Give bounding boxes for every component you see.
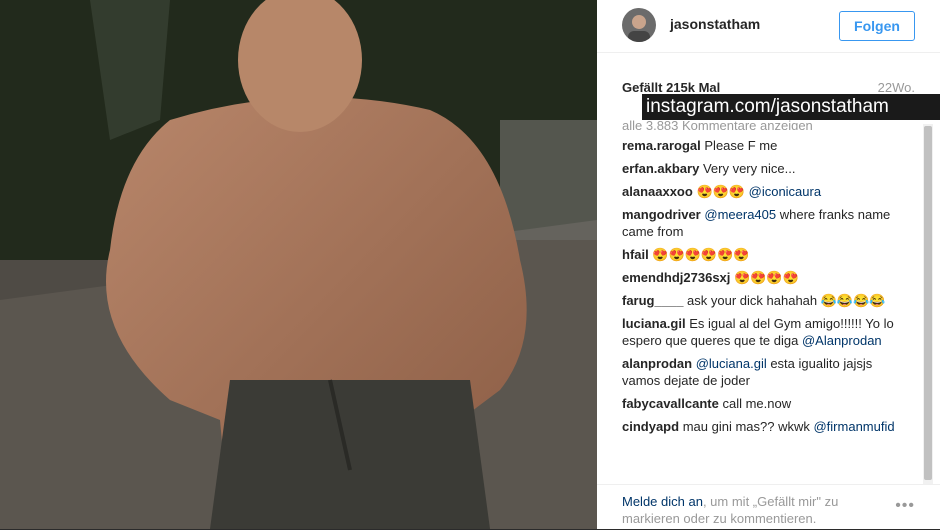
follow-button[interactable]: Folgen: [839, 11, 915, 41]
list-item: rema.rarogal Please F me: [622, 137, 902, 154]
scrollbar-thumb[interactable]: [924, 126, 932, 480]
list-item: erfan.akbary Very very nice...: [622, 160, 902, 177]
comment-username[interactable]: erfan.akbary: [622, 161, 699, 176]
more-icon[interactable]: •••: [895, 497, 915, 515]
comment-text: mau gini mas?? wkwk: [682, 419, 814, 434]
login-link[interactable]: Melde dich an: [622, 494, 703, 509]
comment-list: rema.rarogal Please F me erfan.akbary Ve…: [622, 137, 902, 441]
comment-text: ask your dick hahahah 😂😂😂😂: [687, 293, 886, 308]
comment-username[interactable]: farug____: [622, 293, 683, 308]
watermark-url-overlay: instagram.com/jasonstatham: [642, 94, 940, 120]
comment-username[interactable]: luciana.gil: [622, 316, 686, 331]
comment-mention[interactable]: @meera405: [704, 207, 776, 222]
list-item: mangodriver @meera405 where franks name …: [622, 206, 902, 240]
comment-mention[interactable]: @luciana.gil: [696, 356, 767, 371]
list-item: alanprodan @luciana.gil esta igualito ja…: [622, 355, 902, 389]
list-item: hfail 😍😍😍😍😍😍: [622, 246, 902, 263]
login-prompt: Melde dich an, um mit „Gefällt mir" zu m…: [622, 493, 882, 527]
comment-username[interactable]: rema.rarogal: [622, 138, 701, 153]
comment-username[interactable]: hfail: [622, 247, 649, 262]
shirtless-man-photo: [0, 0, 597, 529]
post-photo: [0, 0, 597, 529]
comment-text: 😍😍😍😍😍😍: [652, 247, 750, 262]
comment-username[interactable]: alanprodan: [622, 356, 692, 371]
comment-username[interactable]: fabycavallcante: [622, 396, 719, 411]
list-item: emendhdj2736sxj 😍😍😍😍: [622, 269, 902, 286]
username-link[interactable]: jasonstatham: [670, 16, 760, 32]
comments-scrollbar[interactable]: [923, 124, 933, 484]
list-item: farug____ ask your dick hahahah 😂😂😂😂: [622, 292, 902, 309]
comment-username[interactable]: alanaaxxoo: [622, 184, 693, 199]
comment-username[interactable]: mangodriver: [622, 207, 701, 222]
list-item: alanaaxxoo 😍😍😍 @iconicaura: [622, 183, 902, 200]
list-item: luciana.gil Es igual al del Gym amigo!!!…: [622, 315, 902, 349]
comment-text: 😍😍😍: [696, 184, 749, 199]
comment-mention[interactable]: @firmanmufid: [813, 419, 894, 434]
post-header: jasonstatham Folgen: [597, 0, 940, 53]
comment-text: Please F me: [704, 138, 778, 153]
like-count[interactable]: Gefällt 215k Mal: [622, 80, 720, 95]
comment-username[interactable]: emendhdj2736sxj: [622, 270, 730, 285]
avatar[interactable]: [622, 8, 656, 42]
comment-text: 😍😍😍😍: [734, 270, 799, 285]
list-item: cindyapd mau gini mas?? wkwk @firmanmufi…: [622, 418, 902, 435]
comment-mention[interactable]: @Alanprodan: [802, 333, 882, 348]
comment-text: call me.now: [722, 396, 792, 411]
comment-username[interactable]: cindyapd: [622, 419, 679, 434]
comment-mention[interactable]: @iconicaura: [749, 184, 821, 199]
post-age[interactable]: 22Wo.: [878, 80, 915, 95]
post-footer: Melde dich an, um mit „Gefällt mir" zu m…: [597, 484, 940, 530]
comment-text: Very very nice...: [702, 161, 796, 176]
list-item: fabycavallcante call me.now: [622, 395, 902, 412]
post-panel: jasonstatham Folgen Gefällt 215k Mal 22W…: [597, 0, 940, 529]
